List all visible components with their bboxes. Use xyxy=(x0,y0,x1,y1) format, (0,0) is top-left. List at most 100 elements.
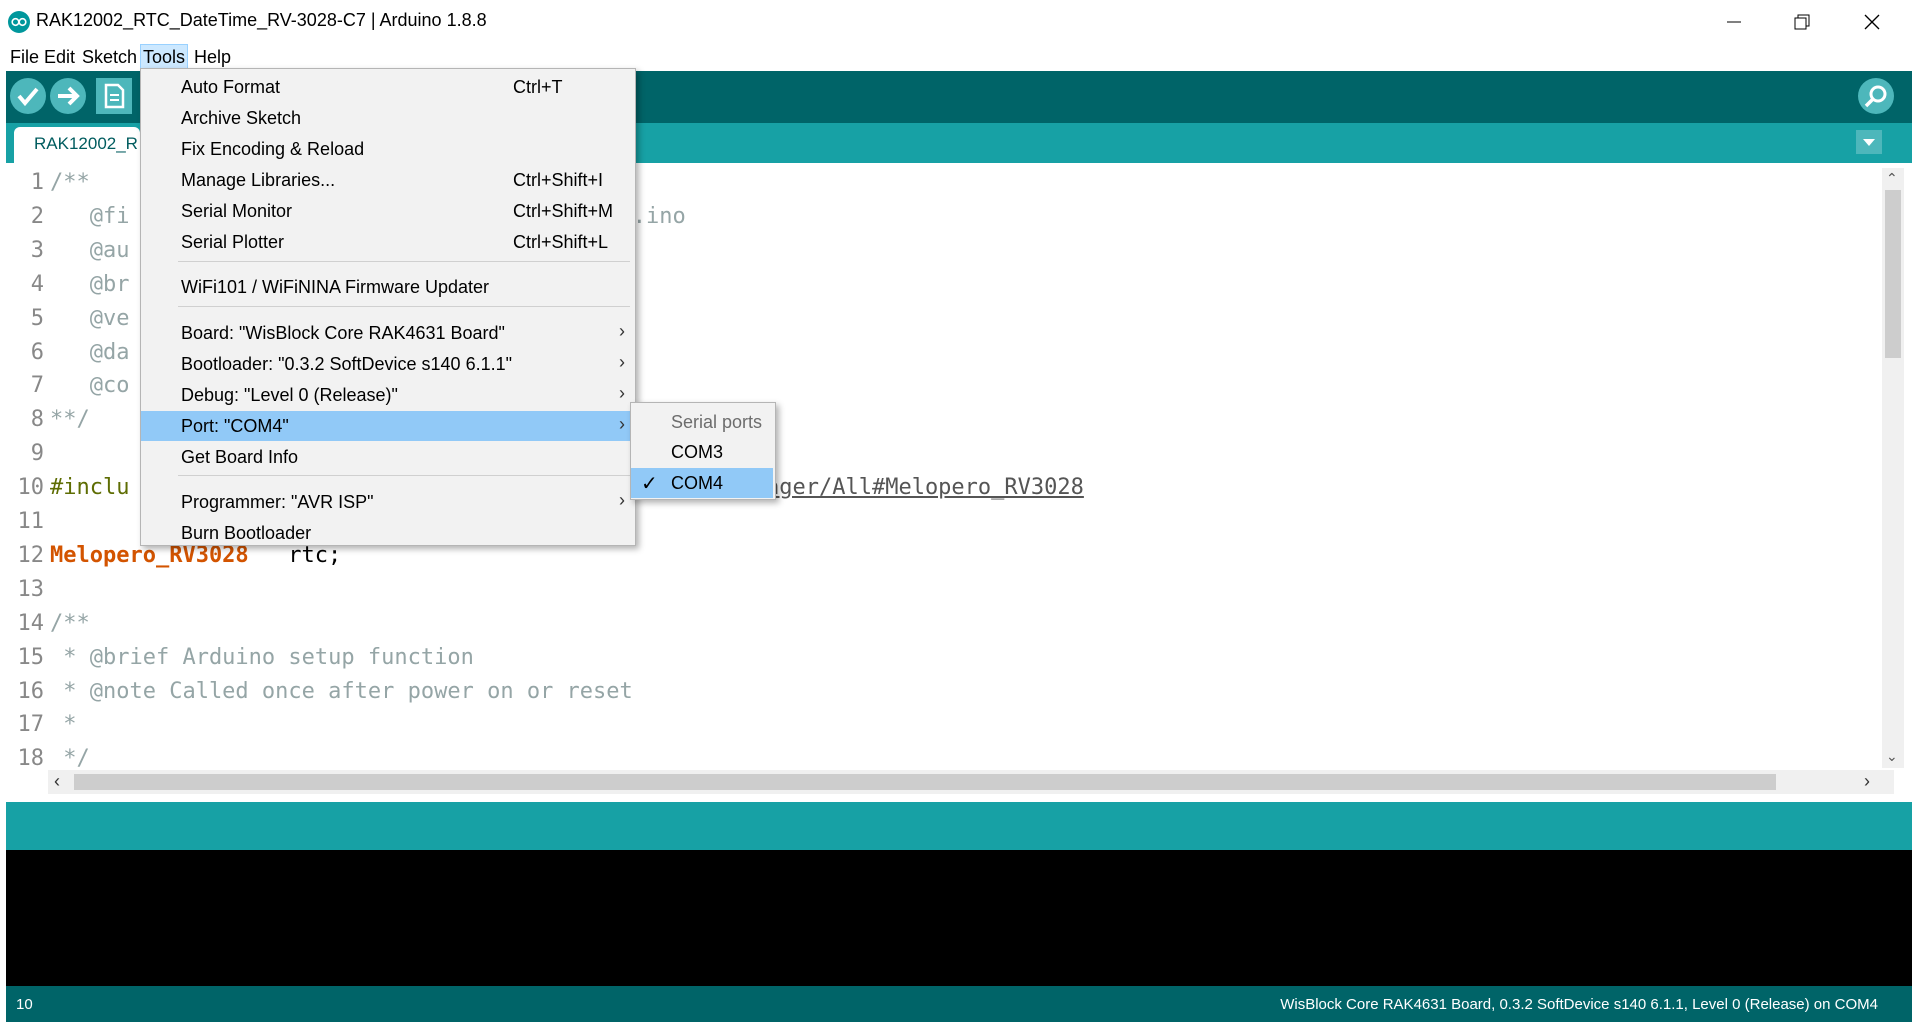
current-line-number: 10 xyxy=(16,996,33,1013)
line-number: 2 xyxy=(30,203,44,229)
line-number: 12 xyxy=(17,542,45,568)
line-number: 13 xyxy=(17,576,45,602)
tools-menu-item[interactable]: WiFi101 / WiFiNINA Firmware Updater xyxy=(141,272,633,302)
code-line: @da xyxy=(50,339,130,365)
menu-item-label: WiFi101 / WiFiNINA Firmware Updater xyxy=(181,277,490,297)
tools-menu-item[interactable]: Burn Bootloader xyxy=(141,518,633,548)
window-title: RAK12002_RTC_DateTime_RV-3028-C7 | Ardui… xyxy=(36,10,487,30)
document-icon xyxy=(104,83,125,109)
checkmark-icon xyxy=(17,87,39,107)
code-line: @br xyxy=(50,271,130,297)
menu-sketch[interactable]: Sketch xyxy=(80,44,139,70)
tools-menu-item[interactable]: Auto Format Ctrl+T xyxy=(141,72,633,102)
port-label: COM3 xyxy=(671,442,724,462)
menu-item-label: Auto Format xyxy=(181,77,281,97)
menu-item-shortcut: Ctrl+Shift+L xyxy=(513,232,609,252)
code-line: * @brief Arduino setup function xyxy=(50,644,474,670)
line-number: 4 xyxy=(30,271,44,297)
magnifier-icon xyxy=(1864,85,1887,108)
console-output[interactable] xyxy=(6,850,1912,986)
tools-menu-item[interactable]: Board: "WisBlock Core RAK4631 Board" › xyxy=(141,318,633,348)
chevron-right-icon: › xyxy=(619,414,625,434)
tab-menu-button[interactable] xyxy=(1856,130,1882,154)
menu-separator xyxy=(178,306,630,307)
menu-file[interactable]: File xyxy=(8,44,41,70)
tools-menu-item[interactable]: Archive Sketch xyxy=(141,103,633,133)
line-number: 7 xyxy=(30,373,44,399)
line-number: 16 xyxy=(17,678,45,704)
tools-menu-item[interactable]: Debug: "Level 0 (Release)" › xyxy=(141,380,633,410)
new-sketch-button[interactable] xyxy=(96,78,132,114)
code-line: @au xyxy=(50,237,130,263)
chevron-right-icon: › xyxy=(619,352,625,372)
code-line: @ve xyxy=(50,305,130,331)
line-number: 11 xyxy=(17,509,45,534)
port-item[interactable]: COM3 xyxy=(631,437,773,467)
line-number: 15 xyxy=(17,644,45,670)
chevron-right-icon: › xyxy=(619,321,625,341)
menu-item-shortcut: Ctrl+Shift+M xyxy=(513,201,614,221)
line-number: 14 xyxy=(17,610,45,636)
arrow-right-icon xyxy=(58,86,80,106)
tools-menu-item[interactable]: Port: "COM4" › xyxy=(141,411,633,441)
tools-menu-item[interactable]: Get Board Info xyxy=(141,442,633,472)
line-number: 1 xyxy=(30,170,44,195)
scroll-down-icon[interactable]: ⌄ xyxy=(1886,748,1898,765)
menu-item-label: Board: "WisBlock Core RAK4631 Board" xyxy=(181,323,505,343)
upload-button[interactable] xyxy=(50,78,86,114)
menu-item-label: Debug: "Level 0 (Release)" xyxy=(181,385,398,405)
tools-menu-item[interactable]: Manage Libraries... Ctrl+Shift+I xyxy=(141,165,633,195)
menu-item-label: Manage Libraries... xyxy=(181,170,336,190)
menu-item-label: Fix Encoding & Reload xyxy=(181,139,365,159)
tools-menu-item[interactable]: Bootloader: "0.3.2 SoftDevice s140 6.1.1… xyxy=(141,349,633,379)
scroll-up-icon[interactable]: ⌃ xyxy=(1886,170,1898,187)
chevron-right-icon: › xyxy=(619,383,625,403)
menu-separator xyxy=(178,261,630,262)
menu-help[interactable]: Help xyxy=(192,44,233,70)
include-link[interactable]: ager/All#Melopero_RV3028 xyxy=(766,475,1084,500)
serial-ports-header: Serial ports xyxy=(671,412,763,432)
tools-menu-item[interactable]: Serial Monitor Ctrl+Shift+M xyxy=(141,196,633,226)
line-number: 17 xyxy=(17,712,45,738)
menu-item-label: Port: "COM4" xyxy=(181,416,289,436)
code-line: /** xyxy=(50,170,90,195)
vertical-scroll-thumb[interactable] xyxy=(1885,190,1901,358)
menu-item-label: Bootloader: "0.3.2 SoftDevice s140 6.1.1… xyxy=(181,354,512,374)
code-line: #inclu xyxy=(50,475,130,501)
tools-menu-item[interactable]: Fix Encoding & Reload xyxy=(141,134,633,164)
minimize-button[interactable] xyxy=(1708,0,1760,44)
line-number: 10 xyxy=(17,475,45,501)
checkmark-icon: ✓ xyxy=(641,473,658,495)
line-number: 18 xyxy=(17,746,45,772)
menu-item-label: Archive Sketch xyxy=(181,108,302,128)
line-number: 9 xyxy=(30,441,44,467)
menu-item-shortcut: Ctrl+Shift+I xyxy=(513,170,604,190)
line-number: 6 xyxy=(30,339,44,365)
line-number: 5 xyxy=(30,305,44,331)
message-area xyxy=(6,802,1912,850)
scroll-right-icon[interactable]: › xyxy=(1864,771,1870,792)
close-button[interactable] xyxy=(1846,0,1898,44)
menu-edit[interactable]: Edit xyxy=(42,44,77,70)
serial-monitor-button[interactable] xyxy=(1858,78,1894,114)
scroll-left-icon[interactable]: ‹ xyxy=(54,771,60,792)
code-line: */ xyxy=(50,746,90,772)
tools-menu-item[interactable]: Programmer: "AVR ISP" › xyxy=(141,487,633,517)
verify-button[interactable] xyxy=(10,78,46,114)
restore-button[interactable] xyxy=(1776,0,1828,44)
line-number: 8 xyxy=(30,407,44,433)
menu-item-label: Programmer: "AVR ISP" xyxy=(181,492,374,512)
code-line: /** xyxy=(50,610,90,636)
line-number: 3 xyxy=(30,237,44,263)
horizontal-scroll-thumb[interactable] xyxy=(74,774,1776,790)
board-info: WisBlock Core RAK4631 Board, 0.3.2 SoftD… xyxy=(1280,996,1878,1013)
menu-item-label: Get Board Info xyxy=(181,447,299,467)
menu-item-label: Serial Monitor xyxy=(181,201,293,221)
tools-menu-item[interactable]: Serial Plotter Ctrl+Shift+L xyxy=(141,227,633,257)
port-item[interactable]: ✓ COM4 xyxy=(631,468,773,498)
code-line: * @note Called once after power on or re… xyxy=(50,678,633,704)
port-label: COM4 xyxy=(671,473,724,493)
code-line: @co xyxy=(50,373,130,399)
menu-item-shortcut: Ctrl+T xyxy=(513,77,563,97)
menu-separator xyxy=(178,475,630,476)
